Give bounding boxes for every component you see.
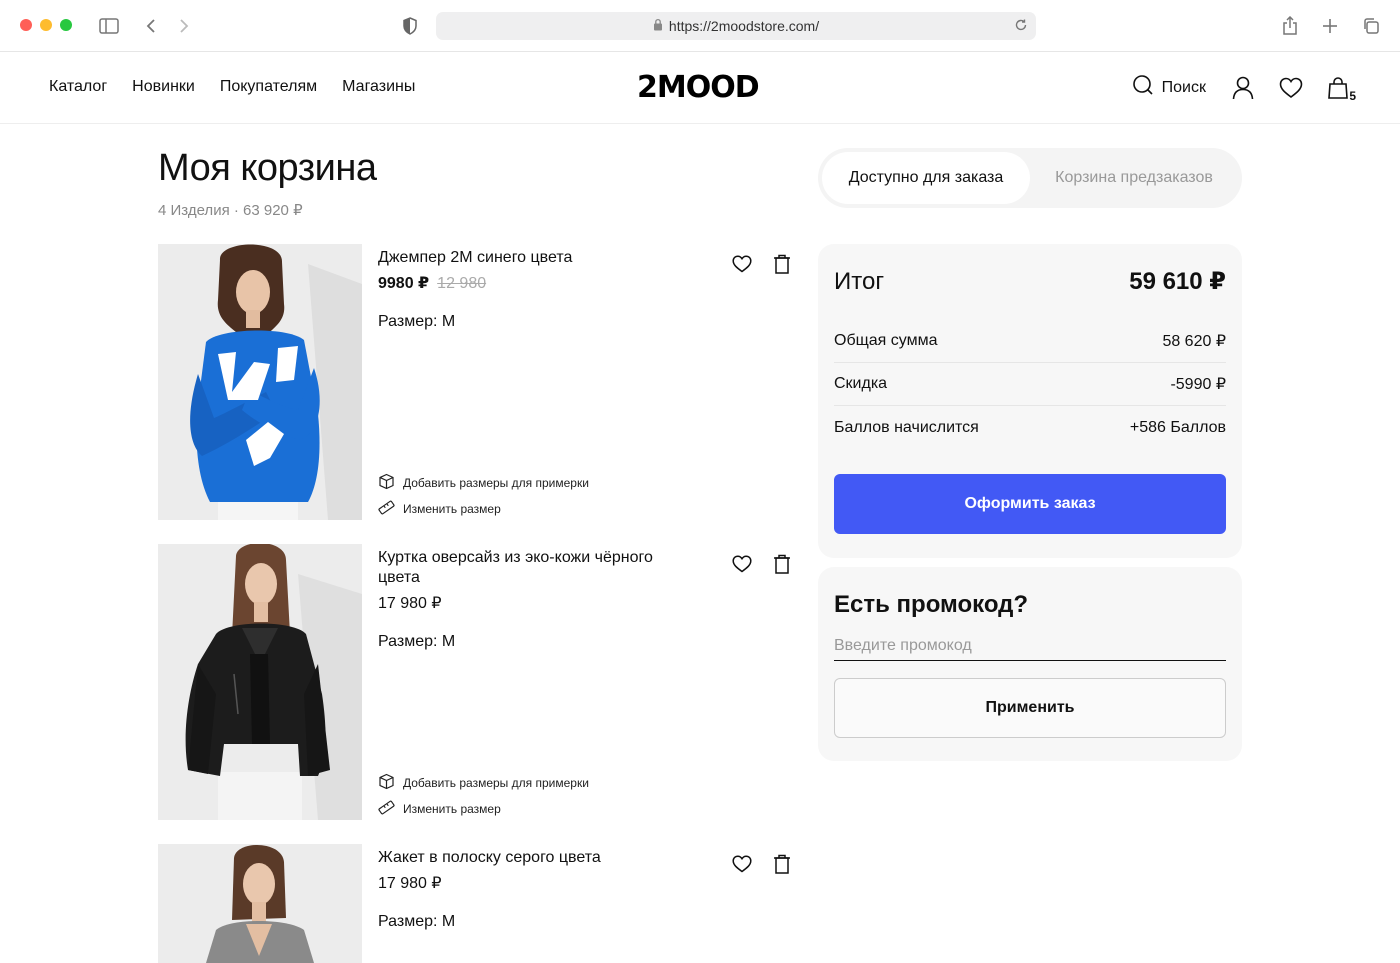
product-image[interactable] [158, 544, 362, 820]
user-icon[interactable] [1230, 75, 1256, 101]
change-size-link[interactable]: Изменить размер [378, 799, 501, 819]
search-button[interactable]: Поиск [1132, 74, 1206, 101]
tab-overview-icon[interactable] [1359, 14, 1383, 38]
favorites-icon[interactable] [1278, 75, 1304, 101]
add-fitting-sizes-link[interactable]: Добавить размеры для примерки [378, 773, 589, 793]
product-name[interactable]: Куртка оверсайз из эко-кожи чёрного цвет… [378, 548, 698, 588]
nav-new[interactable]: Новинки [132, 78, 195, 96]
product-image[interactable] [158, 844, 362, 963]
product-price: 9980 ₽ [378, 275, 430, 292]
trash-icon[interactable] [770, 252, 794, 276]
trash-icon[interactable] [770, 552, 794, 576]
lock-icon [653, 18, 663, 34]
cart-tabs: Доступно для заказа Корзина предзаказов [818, 148, 1242, 208]
checkout-button[interactable]: Оформить заказ [834, 474, 1226, 534]
cart-subtitle: 4 Изделия · 63 920 ₽ [158, 202, 303, 219]
add-fitting-sizes-label: Добавить размеры для примерки [403, 476, 589, 490]
add-fitting-sizes-label: Добавить размеры для примерки [403, 776, 589, 790]
ruler-icon [378, 799, 395, 819]
back-icon[interactable] [139, 14, 163, 38]
summary-title: Итог [834, 268, 885, 295]
heart-icon[interactable] [730, 552, 754, 576]
privacy-shield-icon[interactable] [398, 14, 422, 38]
product-size: Размер: M [378, 913, 456, 930]
change-size-label: Изменить размер [403, 502, 501, 516]
promo-code-input[interactable] [834, 631, 1226, 661]
new-tab-icon[interactable] [1318, 14, 1342, 38]
add-fitting-sizes-link[interactable]: Добавить размеры для примерки [378, 473, 589, 493]
price-line: 17 980 ₽ [378, 873, 442, 893]
box-icon [378, 773, 395, 793]
site-header: Каталог Новинки Покупателям Магазины 2MO… [0, 52, 1400, 124]
share-icon[interactable] [1278, 14, 1302, 38]
nav-catalog[interactable]: Каталог [49, 78, 107, 96]
product-price: 17 980 ₽ [378, 595, 442, 612]
product-name[interactable]: Жакет в полоску серого цвета [378, 848, 698, 868]
browser-toolbar: https://2moodstore.com/ [0, 0, 1400, 52]
product-old-price: 12 980 [437, 275, 487, 292]
order-summary: Итог 59 610 ₽ Общая сумма 58 620 ₽ Скидк… [818, 244, 1242, 558]
price-line: 9980 ₽ 12 980 [378, 273, 486, 293]
tab-preorder[interactable]: Корзина предзаказов [1030, 152, 1238, 204]
summary-row-label: Баллов начислится [834, 418, 979, 436]
change-size-link[interactable]: Изменить размер [378, 499, 501, 519]
summary-total: 59 610 ₽ [1129, 268, 1226, 295]
logo[interactable]: 2MOOD [637, 70, 760, 105]
address-bar[interactable]: https://2moodstore.com/ [436, 12, 1036, 40]
cart-item: Куртка оверсайз из эко-кожи чёрного цвет… [158, 544, 798, 820]
main-nav: Каталог Новинки Покупателям Магазины [49, 78, 415, 96]
product-price: 17 980 ₽ [378, 875, 442, 892]
heart-icon[interactable] [730, 852, 754, 876]
tab-available[interactable]: Доступно для заказа [822, 152, 1030, 204]
ruler-icon [378, 499, 395, 519]
summary-row: Общая сумма 58 620 ₽ [834, 320, 1226, 363]
summary-row-value: 58 620 ₽ [1162, 333, 1226, 350]
search-label: Поиск [1161, 78, 1206, 96]
product-image[interactable] [158, 244, 362, 520]
sidebar-toggle-icon[interactable] [97, 14, 121, 38]
zoom-window-button[interactable] [60, 19, 72, 31]
apply-promo-button[interactable]: Применить [834, 678, 1226, 738]
heart-icon[interactable] [730, 252, 754, 276]
promo-card: Есть промокод? Применить [818, 567, 1242, 761]
cart-count: 5 [1349, 88, 1356, 103]
price-line: 17 980 ₽ [378, 593, 442, 613]
summary-row-label: Скидка [834, 375, 888, 392]
summary-row-value: +586 Баллов [1129, 418, 1226, 436]
product-size: Размер: M [378, 313, 456, 330]
url-text: https://2moodstore.com/ [668, 18, 820, 34]
product-name[interactable]: Джемпер 2М синего цвета [378, 248, 698, 268]
search-icon [1132, 74, 1154, 101]
minimize-window-button[interactable] [40, 19, 52, 31]
cart-icon[interactable]: 5 [1326, 75, 1356, 103]
close-window-button[interactable] [20, 19, 32, 31]
summary-row: Скидка -5990 ₽ [834, 363, 1226, 406]
cart-item: Джемпер 2М синего цвета 9980 ₽ 12 980 Ра… [158, 244, 798, 520]
nav-customers[interactable]: Покупателям [220, 78, 317, 96]
reload-icon[interactable] [1014, 18, 1028, 35]
summary-row-label: Общая сумма [834, 332, 938, 349]
page-title: Моя корзина [158, 147, 377, 189]
cart-item: Жакет в полоску серого цвета 17 980 ₽ Ра… [158, 844, 798, 963]
change-size-label: Изменить размер [403, 802, 501, 816]
nav-stores[interactable]: Магазины [342, 78, 415, 96]
forward-icon[interactable] [172, 14, 196, 38]
promo-title: Есть промокод? [834, 591, 1029, 618]
box-icon [378, 473, 395, 493]
product-size: Размер: M [378, 633, 456, 650]
trash-icon[interactable] [770, 852, 794, 876]
summary-row-value: -5990 ₽ [1170, 376, 1226, 393]
summary-row: Баллов начислится +586 Баллов [834, 406, 1226, 449]
